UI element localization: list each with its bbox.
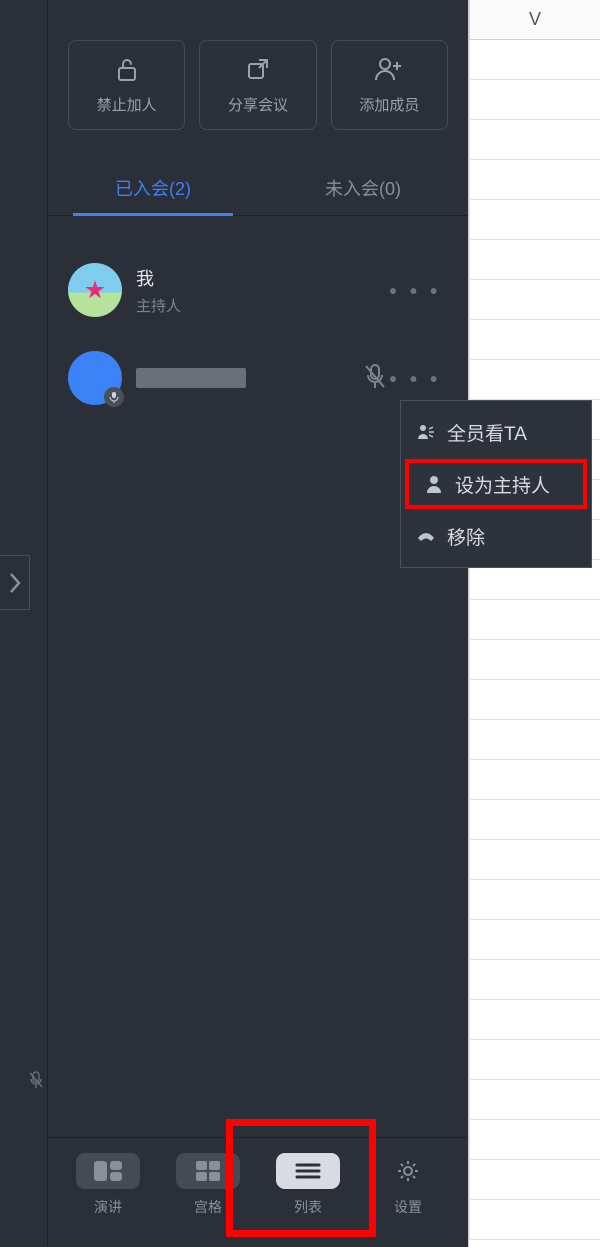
tab-joined-label: 已入会(2) <box>115 175 191 201</box>
spreadsheet-cell[interactable] <box>469 120 600 160</box>
spreadsheet-cell[interactable] <box>469 280 600 320</box>
spreadsheet-cell[interactable] <box>469 1000 600 1040</box>
add-member-button[interactable]: 添加成员 <box>331 40 448 130</box>
view-mode-bar: 演讲 宫格 列表 设置 <box>48 1137 468 1247</box>
participants-panel: 禁止加人 分享会议 添加成员 已入会(2) 未入会(0) <box>48 0 468 1247</box>
person-icon <box>423 475 445 493</box>
tab-joined[interactable]: 已入会(2) <box>48 160 258 215</box>
avatar <box>68 263 122 317</box>
spreadsheet-cell[interactable] <box>469 200 600 240</box>
menu-make-host-label: 设为主持人 <box>455 471 550 498</box>
speaker-view-icon <box>76 1153 140 1189</box>
share-meeting-label: 分享会议 <box>228 94 288 115</box>
chevron-right-icon <box>8 571 22 595</box>
spreadsheet-cell[interactable] <box>469 40 600 80</box>
spreadsheet-cell[interactable] <box>469 640 600 680</box>
spreadsheet-cell[interactable] <box>469 1040 600 1080</box>
view-grid-label: 宫格 <box>194 1197 222 1217</box>
add-member-label: 添加成员 <box>359 94 419 115</box>
add-person-icon <box>374 56 404 82</box>
spreadsheet-cell[interactable] <box>469 80 600 120</box>
column-letter: V <box>529 9 541 30</box>
view-speaker-label: 演讲 <box>94 1197 122 1217</box>
view-list-label: 列表 <box>294 1197 322 1217</box>
spreadsheet-cell[interactable] <box>469 920 600 960</box>
avatar <box>68 351 122 405</box>
lock-meeting-button[interactable]: 禁止加人 <box>68 40 185 130</box>
spreadsheet-cell[interactable] <box>469 760 600 800</box>
menu-remove[interactable]: 移除 <box>401 511 591 561</box>
member-row: 我 主持人 ● ● ● <box>68 246 458 334</box>
spreadsheet-cell[interactable] <box>469 1160 600 1200</box>
spreadsheet-cell[interactable] <box>469 960 600 1000</box>
spreadsheet-cell[interactable] <box>469 1200 600 1240</box>
view-grid-button[interactable]: 宫格 <box>163 1153 253 1217</box>
spreadsheet-cell[interactable] <box>469 360 600 400</box>
expand-handle[interactable] <box>0 555 30 610</box>
column-header[interactable]: V <box>469 0 600 40</box>
spreadsheet-column: V <box>468 0 600 1247</box>
avatar-image-icon <box>85 280 105 300</box>
spreadsheet-cell[interactable] <box>469 160 600 200</box>
spreadsheet-cell[interactable] <box>469 800 600 840</box>
spotlight-icon <box>415 423 437 441</box>
share-meeting-button[interactable]: 分享会议 <box>199 40 316 130</box>
member-context-menu: 全员看TA 设为主持人 移除 <box>400 400 592 568</box>
hangup-icon <box>415 530 437 542</box>
spreadsheet-cell[interactable] <box>469 1120 600 1160</box>
grid-view-icon <box>176 1153 240 1189</box>
settings-label: 设置 <box>394 1197 422 1217</box>
mic-muted-small-icon <box>28 1071 44 1089</box>
tab-not-joined[interactable]: 未入会(0) <box>258 160 468 215</box>
menu-remove-label: 移除 <box>447 523 485 550</box>
spreadsheet-cell[interactable] <box>469 600 600 640</box>
list-view-icon <box>276 1153 340 1189</box>
mic-muted-icon <box>362 363 388 393</box>
tab-not-joined-label: 未入会(0) <box>325 175 401 201</box>
settings-button[interactable]: 设置 <box>363 1153 453 1217</box>
menu-spotlight-label: 全员看TA <box>447 419 527 446</box>
share-icon <box>245 56 271 82</box>
menu-make-host[interactable]: 设为主持人 <box>405 459 587 509</box>
spreadsheet-cell[interactable] <box>469 840 600 880</box>
view-list-button[interactable]: 列表 <box>263 1153 353 1217</box>
members-list: 我 主持人 ● ● ● ● ● ● <box>48 216 468 422</box>
top-actions: 禁止加人 分享会议 添加成员 <box>48 0 468 150</box>
spreadsheet-cell[interactable] <box>469 680 600 720</box>
menu-spotlight[interactable]: 全员看TA <box>401 407 591 457</box>
spreadsheet-cell[interactable] <box>469 1080 600 1120</box>
spreadsheet-cell[interactable] <box>469 720 600 760</box>
spreadsheet-cell[interactable] <box>469 320 600 360</box>
member-more-button[interactable]: ● ● ● <box>389 370 442 386</box>
mic-badge-icon <box>104 387 124 407</box>
member-more-button[interactable]: ● ● ● <box>389 282 442 298</box>
left-strip <box>0 0 48 1247</box>
view-speaker-button[interactable]: 演讲 <box>63 1153 153 1217</box>
participant-tabs: 已入会(2) 未入会(0) <box>48 160 468 216</box>
spreadsheet-cell[interactable] <box>469 880 600 920</box>
lock-meeting-label: 禁止加人 <box>97 94 157 115</box>
member-name-redacted <box>136 368 246 388</box>
spreadsheet-cell[interactable] <box>469 240 600 280</box>
unlock-icon <box>114 56 140 82</box>
gear-icon <box>376 1153 440 1189</box>
